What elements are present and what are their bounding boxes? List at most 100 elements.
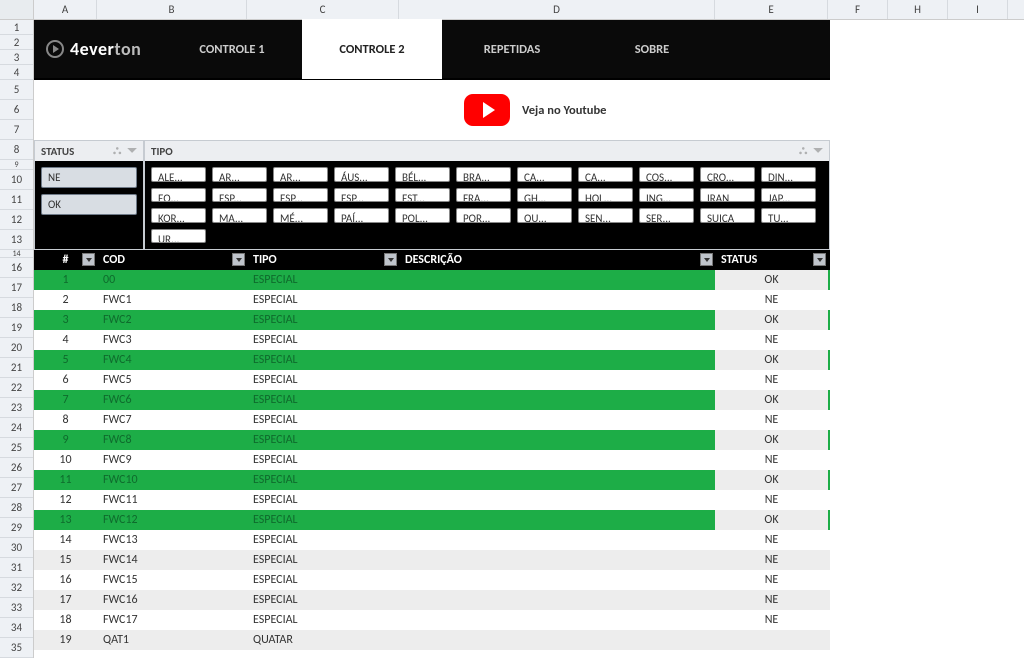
row-header-1[interactable]: 1 bbox=[0, 20, 33, 35]
filter-dropdown-icon[interactable] bbox=[82, 253, 95, 266]
slicer-tipo-chip[interactable]: EST... bbox=[395, 188, 450, 203]
col-header-C[interactable]: C bbox=[247, 0, 399, 19]
col-header-I[interactable]: I bbox=[948, 0, 1008, 19]
cell-tipo[interactable]: ESPECIAL bbox=[247, 450, 399, 470]
cell-desc[interactable] bbox=[399, 450, 715, 470]
cell-num[interactable]: 9 bbox=[34, 430, 97, 450]
row-header-18[interactable]: 18 bbox=[0, 298, 33, 318]
cell-tipo[interactable]: ESPECIAL bbox=[247, 410, 399, 430]
slicer-tipo-chip[interactable]: GH... bbox=[517, 188, 572, 203]
cell-tipo[interactable]: ESPECIAL bbox=[247, 350, 399, 370]
slicer-tipo-chip[interactable]: TU... bbox=[761, 208, 816, 223]
cell-tipo[interactable]: ESPECIAL bbox=[247, 550, 399, 570]
cell-tipo[interactable]: QUATAR bbox=[247, 630, 399, 650]
cell-status[interactable]: NE bbox=[715, 370, 828, 390]
cell-num[interactable]: 11 bbox=[34, 470, 97, 490]
slicer-tipo-chip[interactable]: DIN... bbox=[761, 167, 816, 182]
slicer-tipo-chip[interactable]: BÉL... bbox=[395, 167, 450, 182]
table-row[interactable]: 2FWC1ESPECIALNE bbox=[34, 290, 830, 310]
row-header-31[interactable]: 31 bbox=[0, 558, 33, 578]
slicer-tipo-chip[interactable]: MA... bbox=[212, 208, 267, 223]
slicer-tipo-chip[interactable]: BRA... bbox=[456, 167, 511, 182]
cell-num[interactable]: 8 bbox=[34, 410, 97, 430]
slicer-tipo-chip[interactable]: HOL... bbox=[578, 188, 633, 203]
cell-tipo[interactable]: ESPECIAL bbox=[247, 590, 399, 610]
cell-status[interactable]: OK bbox=[715, 270, 828, 290]
nav-tab-controle-1[interactable]: CONTROLE 1 bbox=[162, 19, 302, 79]
cell-num[interactable]: 13 bbox=[34, 510, 97, 530]
table-row[interactable]: 10FWC9ESPECIALNE bbox=[34, 450, 830, 470]
cell-desc[interactable] bbox=[399, 390, 715, 410]
cell-status[interactable]: NE bbox=[715, 330, 828, 350]
slicer-tipo-chip[interactable]: UR... bbox=[151, 229, 206, 244]
slicer-tipo-chip[interactable]: SUIÇA bbox=[700, 208, 755, 223]
cell-cod[interactable]: FWC14 bbox=[97, 550, 247, 570]
slicer-tipo-chip[interactable]: PAÍ... bbox=[334, 208, 389, 223]
cell-desc[interactable] bbox=[399, 550, 715, 570]
cell-desc[interactable] bbox=[399, 510, 715, 530]
row-header-13[interactable]: 13 bbox=[0, 230, 33, 250]
col-header-D[interactable]: D bbox=[399, 0, 715, 19]
cell-cod[interactable]: FWC10 bbox=[97, 470, 247, 490]
cell-desc[interactable] bbox=[399, 570, 715, 590]
cell-desc[interactable] bbox=[399, 330, 715, 350]
filter-dropdown-icon[interactable] bbox=[813, 253, 826, 266]
cell-num[interactable]: 4 bbox=[34, 330, 97, 350]
cell-status[interactable]: OK bbox=[715, 350, 828, 370]
row-header-3[interactable]: 3 bbox=[0, 50, 33, 65]
cell-tipo[interactable]: ESPECIAL bbox=[247, 490, 399, 510]
cell-num[interactable]: 7 bbox=[34, 390, 97, 410]
slicer-tipo-chip[interactable]: POL... bbox=[395, 208, 450, 223]
cell-cod[interactable]: QAT1 bbox=[97, 630, 247, 650]
row-header-17[interactable]: 17 bbox=[0, 278, 33, 298]
cell-status[interactable]: OK bbox=[715, 510, 828, 530]
cell-num[interactable]: 3 bbox=[34, 310, 97, 330]
slicer-tipo-chip[interactable]: ESP... bbox=[334, 188, 389, 203]
clear-filter-icon[interactable]: ⏷ bbox=[127, 144, 137, 158]
cell-desc[interactable] bbox=[399, 410, 715, 430]
cell-cod[interactable]: FWC5 bbox=[97, 370, 247, 390]
row-header-24[interactable]: 24 bbox=[0, 418, 33, 438]
table-row[interactable]: 18FWC17ESPECIALNE bbox=[34, 610, 830, 630]
row-header-4[interactable]: 4 bbox=[0, 65, 33, 80]
cell-status[interactable]: NE bbox=[715, 590, 828, 610]
table-row[interactable]: 5FWC4ESPECIALOK bbox=[34, 350, 830, 370]
col-header-B[interactable]: B bbox=[97, 0, 247, 19]
cell-status[interactable]: OK bbox=[715, 470, 828, 490]
table-row[interactable]: 12FWC11ESPECIALNE bbox=[34, 490, 830, 510]
cell-desc[interactable] bbox=[399, 470, 715, 490]
slicer-status-chip[interactable]: OK bbox=[41, 194, 137, 215]
cell-cod[interactable]: FWC17 bbox=[97, 610, 247, 630]
cell-desc[interactable] bbox=[399, 370, 715, 390]
youtube-link[interactable]: Veja no Youtube bbox=[464, 94, 606, 126]
cell-status[interactable]: NE bbox=[715, 570, 828, 590]
slicer-tipo-chip[interactable]: FRA... bbox=[456, 188, 511, 203]
row-header-34[interactable]: 34 bbox=[0, 618, 33, 638]
cell-cod[interactable]: FWC9 bbox=[97, 450, 247, 470]
cell-status[interactable] bbox=[715, 630, 828, 650]
cell-desc[interactable] bbox=[399, 310, 715, 330]
col-header-E[interactable]: E bbox=[715, 0, 828, 19]
row-header-29[interactable]: 29 bbox=[0, 518, 33, 538]
row-header-6[interactable]: 6 bbox=[0, 100, 33, 120]
table-row[interactable]: 15FWC14ESPECIALNE bbox=[34, 550, 830, 570]
row-header-26[interactable]: 26 bbox=[0, 458, 33, 478]
cell-desc[interactable] bbox=[399, 490, 715, 510]
cell-cod[interactable]: FWC7 bbox=[97, 410, 247, 430]
table-row[interactable]: 16FWC15ESPECIALNE bbox=[34, 570, 830, 590]
slicer-tipo-chip[interactable]: MÉ... bbox=[273, 208, 328, 223]
cell-status[interactable]: OK bbox=[715, 310, 828, 330]
row-header-35[interactable]: 35 bbox=[0, 638, 33, 658]
filter-dropdown-icon[interactable] bbox=[384, 253, 397, 266]
table-row[interactable]: 9FWC8ESPECIALOK bbox=[34, 430, 830, 450]
cell-cod[interactable]: FWC12 bbox=[97, 510, 247, 530]
row-header-22[interactable]: 22 bbox=[0, 378, 33, 398]
cell-num[interactable]: 18 bbox=[34, 610, 97, 630]
th-desc[interactable]: DESCRIÇÃO bbox=[399, 250, 715, 270]
th-status[interactable]: STATUS bbox=[715, 250, 828, 270]
table-row[interactable]: 8FWC7ESPECIALNE bbox=[34, 410, 830, 430]
cell-desc[interactable] bbox=[399, 590, 715, 610]
slicer-tipo-chip[interactable]: CA... bbox=[578, 167, 633, 182]
cell-status[interactable]: NE bbox=[715, 530, 828, 550]
nav-tab-controle-2[interactable]: CONTROLE 2 bbox=[302, 19, 442, 79]
